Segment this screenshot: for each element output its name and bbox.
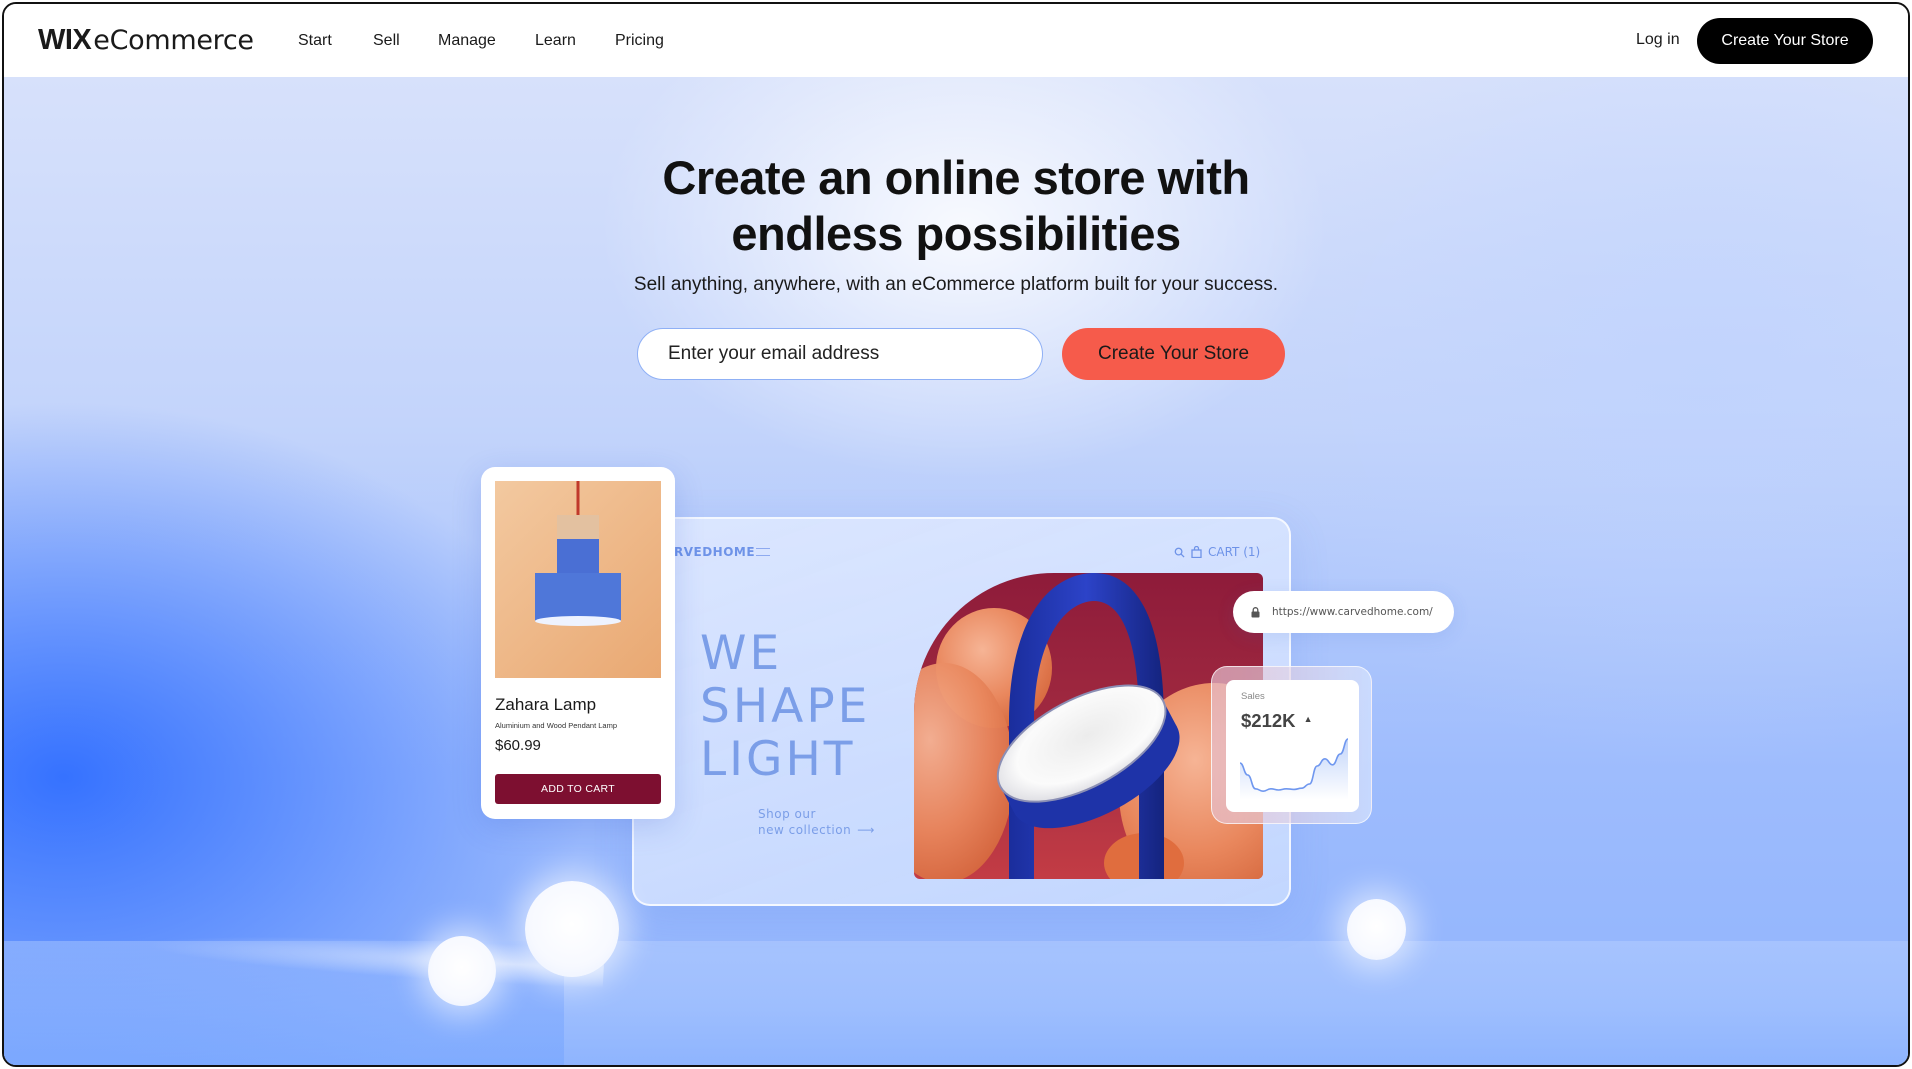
store-headline-line: WE bbox=[700, 626, 783, 681]
sales-card: Sales $212K ▲ bbox=[1226, 680, 1359, 812]
product-price: $60.99 bbox=[495, 737, 541, 754]
store-headline: WE SHAPE LIGHT bbox=[700, 627, 870, 786]
wix-ecommerce-logo[interactable]: WIX eCommerce bbox=[38, 24, 254, 57]
header-create-store-button[interactable]: Create Your Store bbox=[1697, 18, 1873, 64]
site-header: WIX eCommerce Start Sell Manage Learn Pr… bbox=[4, 4, 1908, 77]
nav-item-learn[interactable]: Learn bbox=[535, 32, 576, 50]
arrow-right-icon: ⟶ bbox=[857, 823, 875, 837]
hero-title-line1: Create an online store with bbox=[662, 151, 1250, 204]
pendant-lamp-illustration bbox=[535, 481, 621, 626]
glow-sphere bbox=[525, 881, 619, 977]
shopping-bag-icon bbox=[1191, 546, 1202, 558]
store-cta-line1: Shop our bbox=[758, 807, 816, 821]
store-shop-link: Shop our new collection ⟶ bbox=[758, 806, 875, 838]
product-card: Zahara Lamp Aluminium and Wood Pendant L… bbox=[481, 467, 675, 819]
product-name: Zahara Lamp bbox=[495, 695, 597, 714]
sales-label: Sales bbox=[1241, 691, 1265, 702]
glow-sphere bbox=[428, 936, 496, 1006]
store-cta-line2: new collection bbox=[758, 823, 852, 837]
hero-create-store-button[interactable]: Create Your Store bbox=[1062, 328, 1285, 380]
sales-sparkline bbox=[1239, 738, 1349, 800]
hero-title-line2: endless possibilities bbox=[731, 207, 1181, 260]
hamburger-menu-icon bbox=[756, 548, 770, 556]
url-bar: https://www.carvedhome.com/ bbox=[1233, 591, 1454, 633]
trend-up-icon: ▲ bbox=[1303, 714, 1313, 724]
cart-label: CART (1) bbox=[1208, 545, 1261, 559]
store-headline-line: SHAPE bbox=[700, 679, 871, 734]
sales-value: $212K ▲ bbox=[1241, 710, 1313, 732]
nav-item-pricing[interactable]: Pricing bbox=[615, 32, 664, 50]
nav-item-start[interactable]: Start bbox=[298, 32, 332, 50]
email-input[interactable] bbox=[637, 328, 1043, 380]
url-text: https://www.carvedhome.com/ bbox=[1272, 606, 1433, 618]
logo-product: eCommerce bbox=[93, 25, 254, 56]
product-image bbox=[495, 481, 661, 678]
product-description: Aluminium and Wood Pendant Lamp bbox=[495, 721, 618, 730]
lock-icon bbox=[1251, 606, 1260, 617]
browser-frame: WIX eCommerce Start Sell Manage Learn Pr… bbox=[2, 2, 1910, 1067]
glow-sphere bbox=[1347, 899, 1406, 960]
add-to-cart-button[interactable]: ADD TO CART bbox=[495, 774, 661, 804]
nav-item-sell[interactable]: Sell bbox=[373, 32, 400, 50]
sales-widget: Sales $212K ▲ bbox=[1211, 666, 1372, 824]
login-link[interactable]: Log in bbox=[1636, 31, 1680, 49]
sales-amount: $212K bbox=[1241, 710, 1296, 731]
hero-section: Create an online store with endless poss… bbox=[4, 77, 1908, 1065]
store-brand: RVEDHOME bbox=[674, 545, 756, 559]
store-toolbar: CART (1) bbox=[1174, 545, 1260, 559]
search-icon bbox=[1174, 547, 1185, 558]
nav-item-manage[interactable]: Manage bbox=[438, 32, 496, 50]
sparkline-area bbox=[1240, 739, 1348, 800]
store-headline-line: LIGHT bbox=[700, 732, 856, 787]
logo-brand: WIX bbox=[38, 24, 92, 56]
hero-subtitle: Sell anything, anywhere, with an eCommer… bbox=[633, 274, 1279, 295]
